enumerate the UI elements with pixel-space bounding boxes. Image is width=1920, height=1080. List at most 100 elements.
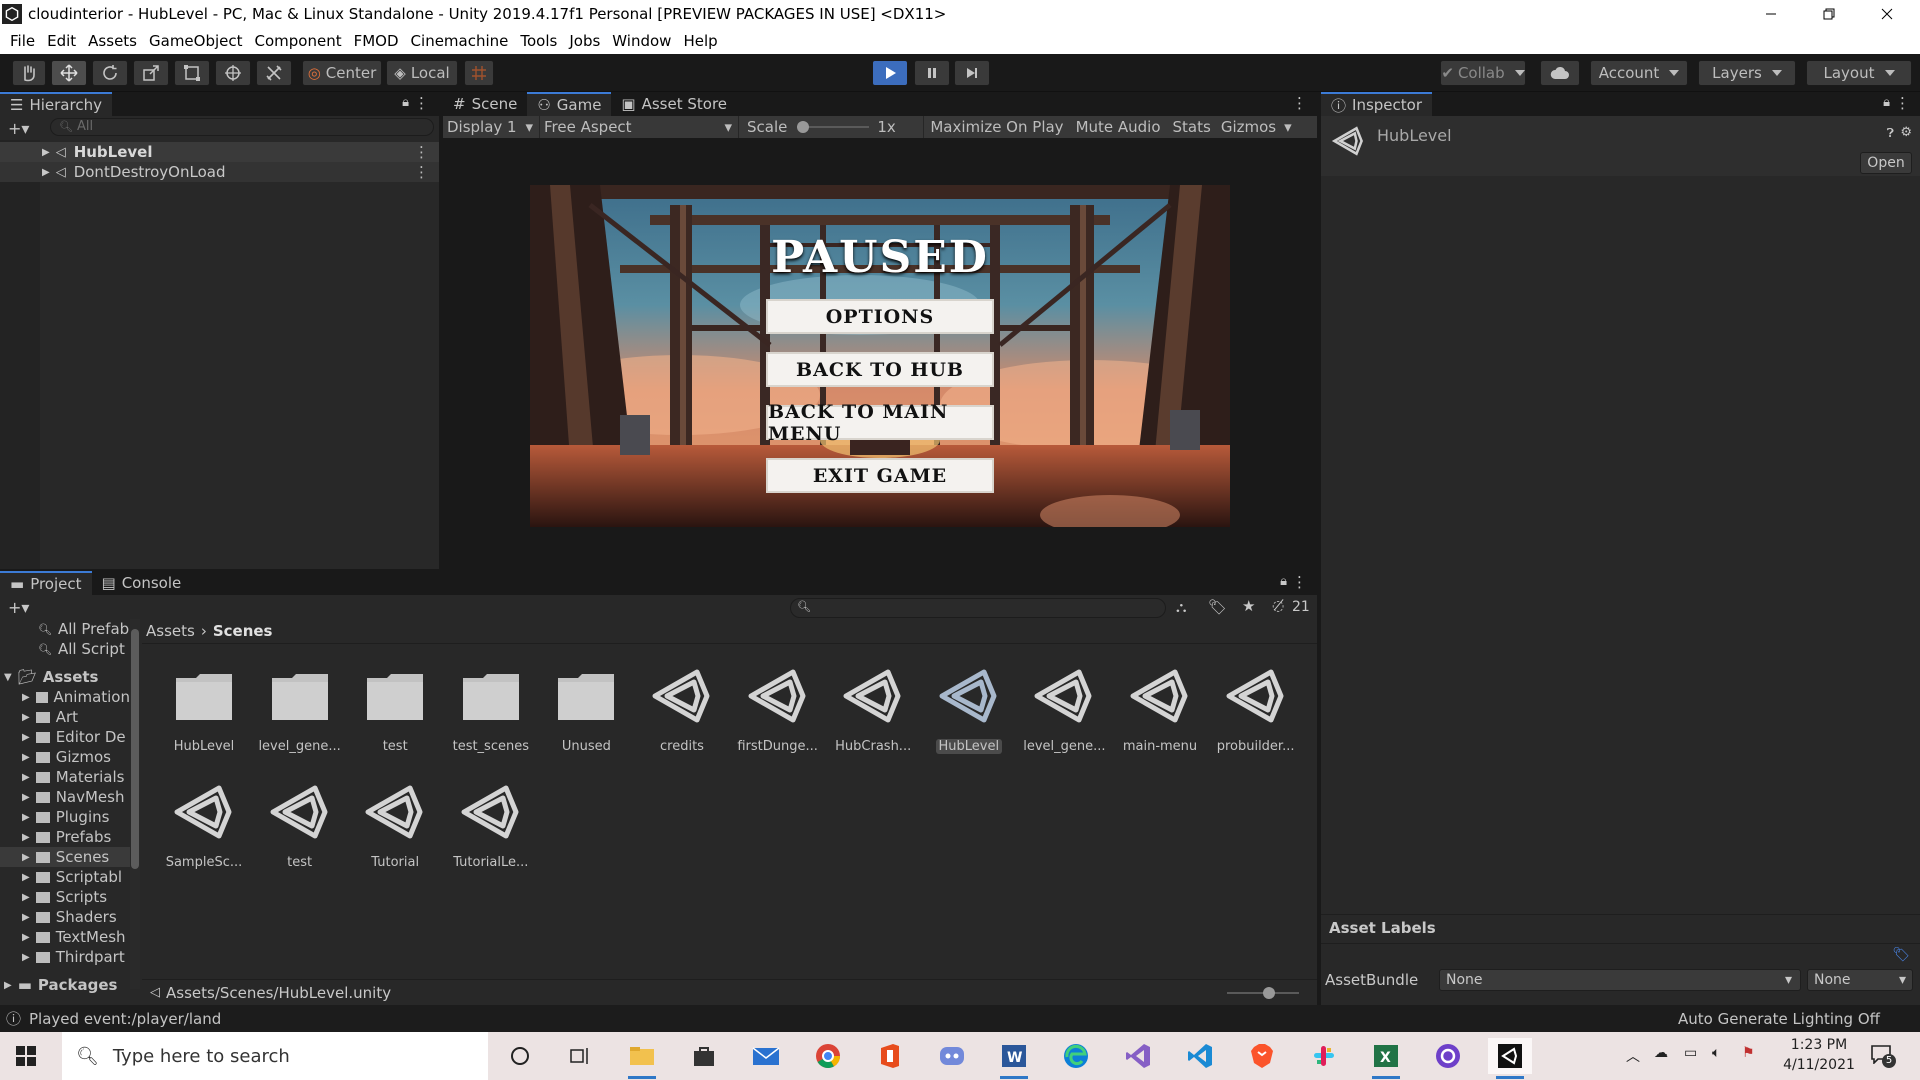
pause-button[interactable] — [914, 60, 950, 86]
lock-icon[interactable]: 🔒︎ — [1280, 574, 1287, 589]
menu-help[interactable]: Help — [677, 32, 723, 50]
icon-size-slider-handle[interactable] — [1263, 987, 1275, 999]
status-message[interactable]: Played event:/player/land — [29, 1010, 221, 1028]
hierarchy-scene-row[interactable]: ▶ ◁ DontDestroyOnLoad ⋮ — [0, 162, 439, 182]
tab-asset-store[interactable]: ▣ Asset Store — [611, 92, 738, 116]
open-button[interactable]: Open — [1860, 152, 1912, 174]
kebab-menu-icon[interactable]: ⋮ — [1292, 573, 1307, 591]
notification-center-icon[interactable]: 5 — [1870, 1044, 1896, 1068]
filter-by-label-icon[interactable]: 🏷︎ — [1208, 598, 1227, 616]
menu-jobs[interactable]: Jobs — [563, 32, 606, 50]
asset-scene-item[interactable]: probuilder... — [1211, 661, 1301, 771]
tree-folder-item[interactable]: ▶ Animation — [0, 687, 130, 707]
assetbundle-dropdown[interactable]: None ▾ — [1439, 969, 1801, 991]
lighting-status[interactable]: Auto Generate Lighting Off — [1678, 1010, 1880, 1028]
hand-tool-icon[interactable] — [12, 60, 46, 86]
tree-folder-item[interactable]: ▶ Plugins — [0, 807, 130, 827]
project-search-input[interactable]: 🔍︎ — [790, 598, 1166, 618]
favorite-all-scripts[interactable]: 🔍︎ All Script — [38, 639, 125, 659]
tree-assets-root[interactable]: ▼ 📂︎ Assets — [4, 667, 99, 687]
tab-hierarchy[interactable]: ☰ Hierarchy — [0, 92, 112, 116]
scale-slider[interactable] — [797, 120, 870, 134]
lock-icon[interactable]: 🔒︎ — [1883, 95, 1890, 110]
menu-gameobject[interactable]: GameObject — [143, 32, 249, 50]
kebab-menu-icon[interactable]: ⋮ — [1895, 94, 1910, 112]
unity-taskbar-icon[interactable] — [1488, 1038, 1532, 1079]
tag-label-icon[interactable]: 🏷︎ — [1892, 947, 1910, 963]
asset-scene-item[interactable]: TutorialLe... — [446, 777, 536, 887]
tab-game[interactable]: ⚇ Game — [527, 92, 612, 116]
close-icon[interactable] — [1858, 0, 1915, 28]
cortana-icon[interactable] — [498, 1038, 542, 1074]
account-dropdown[interactable]: Account — [1590, 60, 1688, 86]
step-button[interactable] — [954, 60, 990, 86]
mute-audio-toggle[interactable]: Mute Audio — [1070, 118, 1167, 136]
layers-dropdown[interactable]: Layers — [1698, 60, 1796, 86]
tree-folder-item[interactable]: ▶ Gizmos — [0, 747, 130, 767]
transform-tool-icon[interactable] — [215, 60, 251, 86]
display-dropdown[interactable]: Display 1 ▾ — [443, 118, 539, 136]
volume-icon[interactable]: 🔈︎ — [1712, 1045, 1720, 1061]
asset-scene-item[interactable]: level_gene... — [1019, 661, 1109, 771]
tree-folder-item[interactable]: ▶ NavMesh — [0, 787, 130, 807]
chrome-icon[interactable] — [806, 1038, 850, 1074]
maximize-on-play-toggle[interactable]: Maximize On Play — [924, 118, 1069, 136]
menu-window[interactable]: Window — [606, 32, 677, 50]
scale-slider-handle[interactable] — [797, 121, 810, 133]
asset-folder-item[interactable]: test — [350, 661, 440, 771]
gizmos-dropdown-arrow-icon[interactable]: ▾ — [1278, 118, 1298, 136]
asset-scene-item[interactable]: credits — [637, 661, 727, 771]
assetbundle-variant-dropdown[interactable]: None ▾ — [1807, 969, 1913, 991]
hidden-packages-icon[interactable]: ◌̸ — [1272, 598, 1284, 614]
lock-icon[interactable]: 🔒︎ — [402, 95, 409, 110]
pivot-local-toggle[interactable]: ◈ Local — [386, 60, 458, 86]
scale-tool-icon[interactable] — [133, 60, 169, 86]
menu-component[interactable]: Component — [249, 32, 348, 50]
stats-toggle[interactable]: Stats — [1167, 118, 1217, 136]
tree-folder-item[interactable]: ▶ Thirdpart — [0, 947, 130, 967]
asset-folder-item[interactable]: test_scenes — [446, 661, 536, 771]
brave-icon[interactable] — [1240, 1038, 1284, 1074]
hierarchy-scene-row[interactable]: ▶ ◁ HubLevel ⋮ — [0, 142, 439, 162]
taskbar-search-input[interactable]: 🔍︎ Type here to search — [62, 1032, 488, 1080]
menu-file[interactable]: File — [4, 32, 41, 50]
tree-folder-item[interactable]: ▶ Scenes — [0, 847, 130, 867]
asset-folder-item[interactable]: level_gene... — [255, 661, 345, 771]
tree-folder-item[interactable]: ▶ Prefabs — [0, 827, 130, 847]
edge-icon[interactable] — [1054, 1038, 1098, 1074]
breadcrumb-assets[interactable]: Assets — [146, 622, 195, 640]
filter-by-type-icon[interactable]: ⛬ — [1176, 598, 1187, 616]
tree-folder-item[interactable]: ▶ TextMesh — [0, 927, 130, 947]
back-to-hub-button[interactable]: BACK TO HUB — [766, 352, 994, 387]
tray-chevron-icon[interactable]: ︿ — [1626, 1046, 1640, 1066]
tab-inspector[interactable]: ⓘ Inspector — [1321, 92, 1432, 116]
create-button[interactable]: +▾ — [8, 119, 29, 138]
asset-scene-item[interactable]: SampleSc... — [159, 777, 249, 887]
collab-dropdown[interactable]: ✔ Collab — [1440, 60, 1526, 86]
kebab-menu-icon[interactable]: ⋮ — [414, 94, 429, 112]
tab-console[interactable]: ▤ Console — [91, 571, 192, 595]
excel-icon[interactable]: X — [1364, 1038, 1408, 1079]
restore-icon[interactable] — [1800, 0, 1857, 28]
custom-tool-icon[interactable] — [256, 60, 292, 86]
tree-scrollbar[interactable] — [130, 619, 140, 989]
mail-icon[interactable] — [744, 1038, 788, 1074]
asset-scene-item[interactable]: test — [255, 777, 345, 887]
file-explorer-icon[interactable] — [620, 1038, 664, 1079]
pivot-center-toggle[interactable]: ◎ Center — [302, 60, 382, 86]
tab-project[interactable]: ▬ Project — [0, 571, 92, 595]
asset-scene-item[interactable]: HubLevel — [924, 661, 1014, 771]
gizmos-toggle[interactable]: Gizmos — [1217, 118, 1278, 136]
favorite-all-prefabs[interactable]: 🔍︎ All Prefab — [38, 619, 129, 639]
play-button[interactable] — [872, 60, 908, 86]
layout-dropdown[interactable]: Layout — [1806, 60, 1912, 86]
word-icon[interactable]: W — [992, 1038, 1036, 1079]
move-tool-icon[interactable] — [51, 60, 87, 86]
menu-edit[interactable]: Edit — [41, 32, 82, 50]
windows-start-icon[interactable] — [16, 1046, 36, 1066]
rect-tool-icon[interactable] — [174, 60, 210, 86]
tree-folder-item[interactable]: ▶ Art — [0, 707, 130, 727]
asset-scene-item[interactable]: HubCrash... — [828, 661, 918, 771]
clock[interactable]: 1:23 PM 4/11/2021 — [1764, 1035, 1874, 1075]
network-icon[interactable]: ⚑ — [1742, 1045, 1755, 1061]
